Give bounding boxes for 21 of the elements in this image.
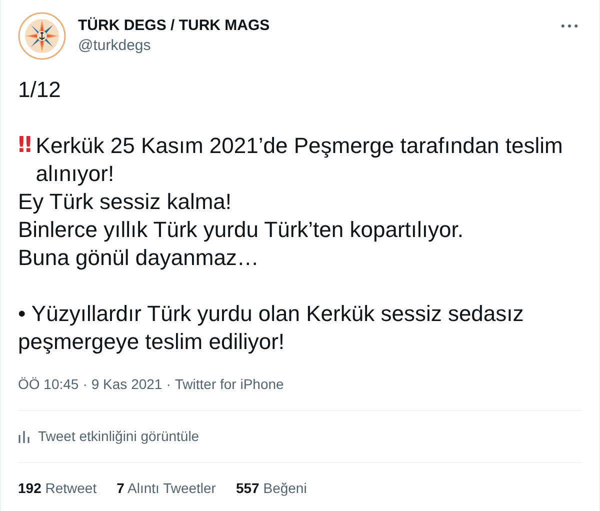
tweet-text: Binlerce yıllık Türk yurdu Türk’ten kopartılıyor. <box>18 216 464 244</box>
stat-link[interactable]: 7 Alıntı Tweetler <box>116 480 216 496</box>
tweet-text: 1/12 <box>18 76 62 104</box>
tweet-text: • Yüzyıllardır Türk yurdu olan Kerkük sessiz sedasız peşmergeye teslim ediliyor! <box>18 300 525 356</box>
author-handle[interactable]: @turkdegs <box>78 36 270 56</box>
separator-dot: · <box>82 376 88 392</box>
stat-link[interactable]: 557 Beğeni <box>236 480 307 496</box>
tweet-text: Buna gönül dayanmaz… <box>18 244 260 272</box>
double-exclamation-icon: ‼ <box>18 132 32 188</box>
author-name[interactable]: TÜRK DEGS / TURK MAGS <box>78 16 270 36</box>
more-icon[interactable] <box>561 24 578 28</box>
activity-link[interactable]: Tweet etkinliğini görüntüle <box>38 428 200 444</box>
tweet-text: Kerkük 25 Kasım 2021’de Peşmerge tarafından teslim alınıyor! <box>36 132 563 188</box>
tweet-text: Ey Türk sessiz kalma! <box>18 188 233 216</box>
tweet-date[interactable]: 9 Kas 2021 <box>91 376 162 392</box>
tweet-source[interactable]: Twitter for iPhone <box>174 376 284 392</box>
tweet-time[interactable]: ÖÖ 10:45 <box>18 376 79 392</box>
separator-dot: · <box>166 376 171 392</box>
compass-logo-icon[interactable] <box>18 12 66 60</box>
bar-chart-icon <box>18 429 30 443</box>
stat-link[interactable]: 192 Retweet <box>18 480 97 496</box>
